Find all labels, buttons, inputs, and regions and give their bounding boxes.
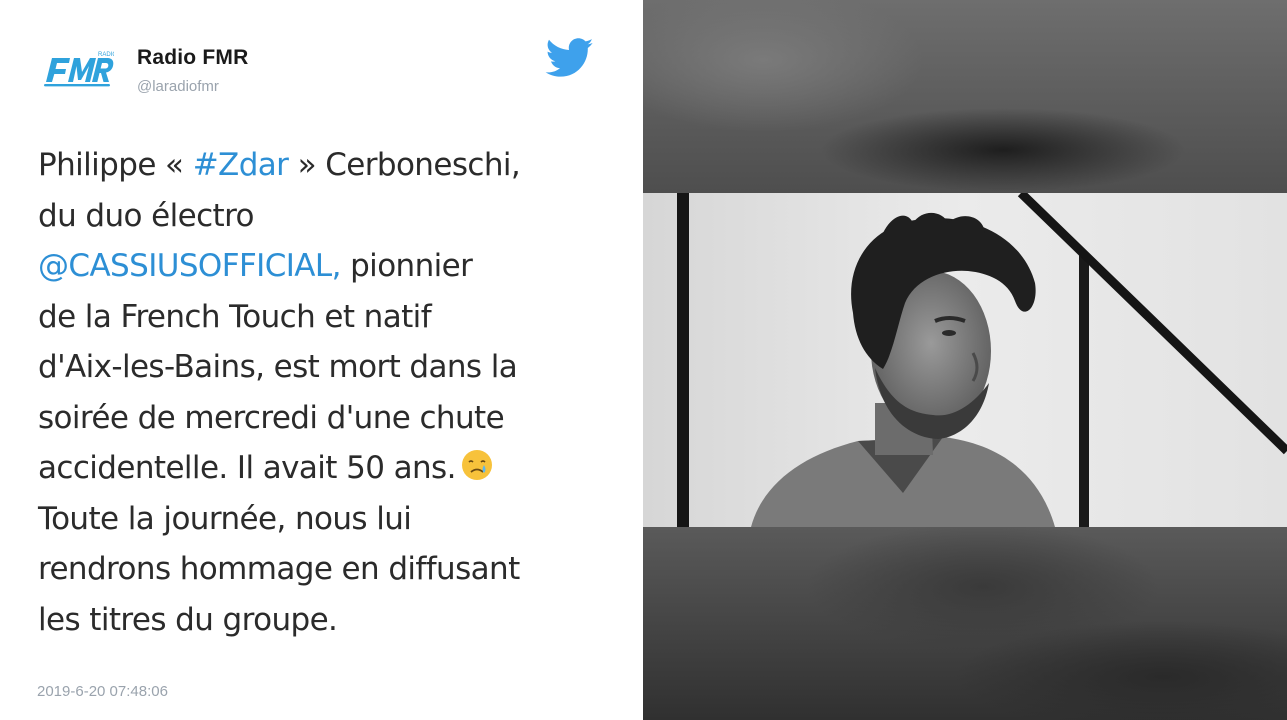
crying-face-icon: [460, 447, 494, 481]
fmr-logo-icon: RADIO: [44, 52, 114, 87]
portrait-illustration: [643, 189, 1287, 527]
tweet-timestamp[interactable]: 2019-6-20 07:48:06: [37, 683, 168, 700]
blurred-photo-bottom: [643, 527, 1287, 720]
tweet-text-segment: Philippe «: [38, 147, 193, 183]
account-handle[interactable]: @laradiofmr: [137, 78, 219, 95]
tweet-photo[interactable]: [643, 0, 1287, 720]
hashtag-link[interactable]: #Zdar: [193, 147, 289, 183]
account-name[interactable]: Radio FMR: [137, 46, 248, 70]
svg-text:RADIO: RADIO: [98, 52, 114, 58]
radio-fmr-logo[interactable]: RADIO: [40, 44, 114, 96]
tweet-text: Philippe « #Zdar » Cerboneschi, du duo é…: [38, 140, 628, 645]
tweet-body-end: Toute la journée, nous lui rendrons homm…: [38, 500, 520, 638]
tweet-header: RADIO Radio FMR @laradiofmr: [40, 38, 600, 108]
tweet-card: RADIO Radio FMR @laradiofmr Philippe « #…: [0, 0, 643, 720]
tweet-body: Philippe « #Zdar » Cerboneschi, du duo é…: [38, 147, 521, 486]
blurred-photo-top: [643, 0, 1287, 193]
portrait-photo: [643, 189, 1287, 527]
mention-link[interactable]: @CASSIUSOFFICIAL,: [38, 248, 341, 284]
twitter-bird-icon[interactable]: [545, 38, 595, 78]
